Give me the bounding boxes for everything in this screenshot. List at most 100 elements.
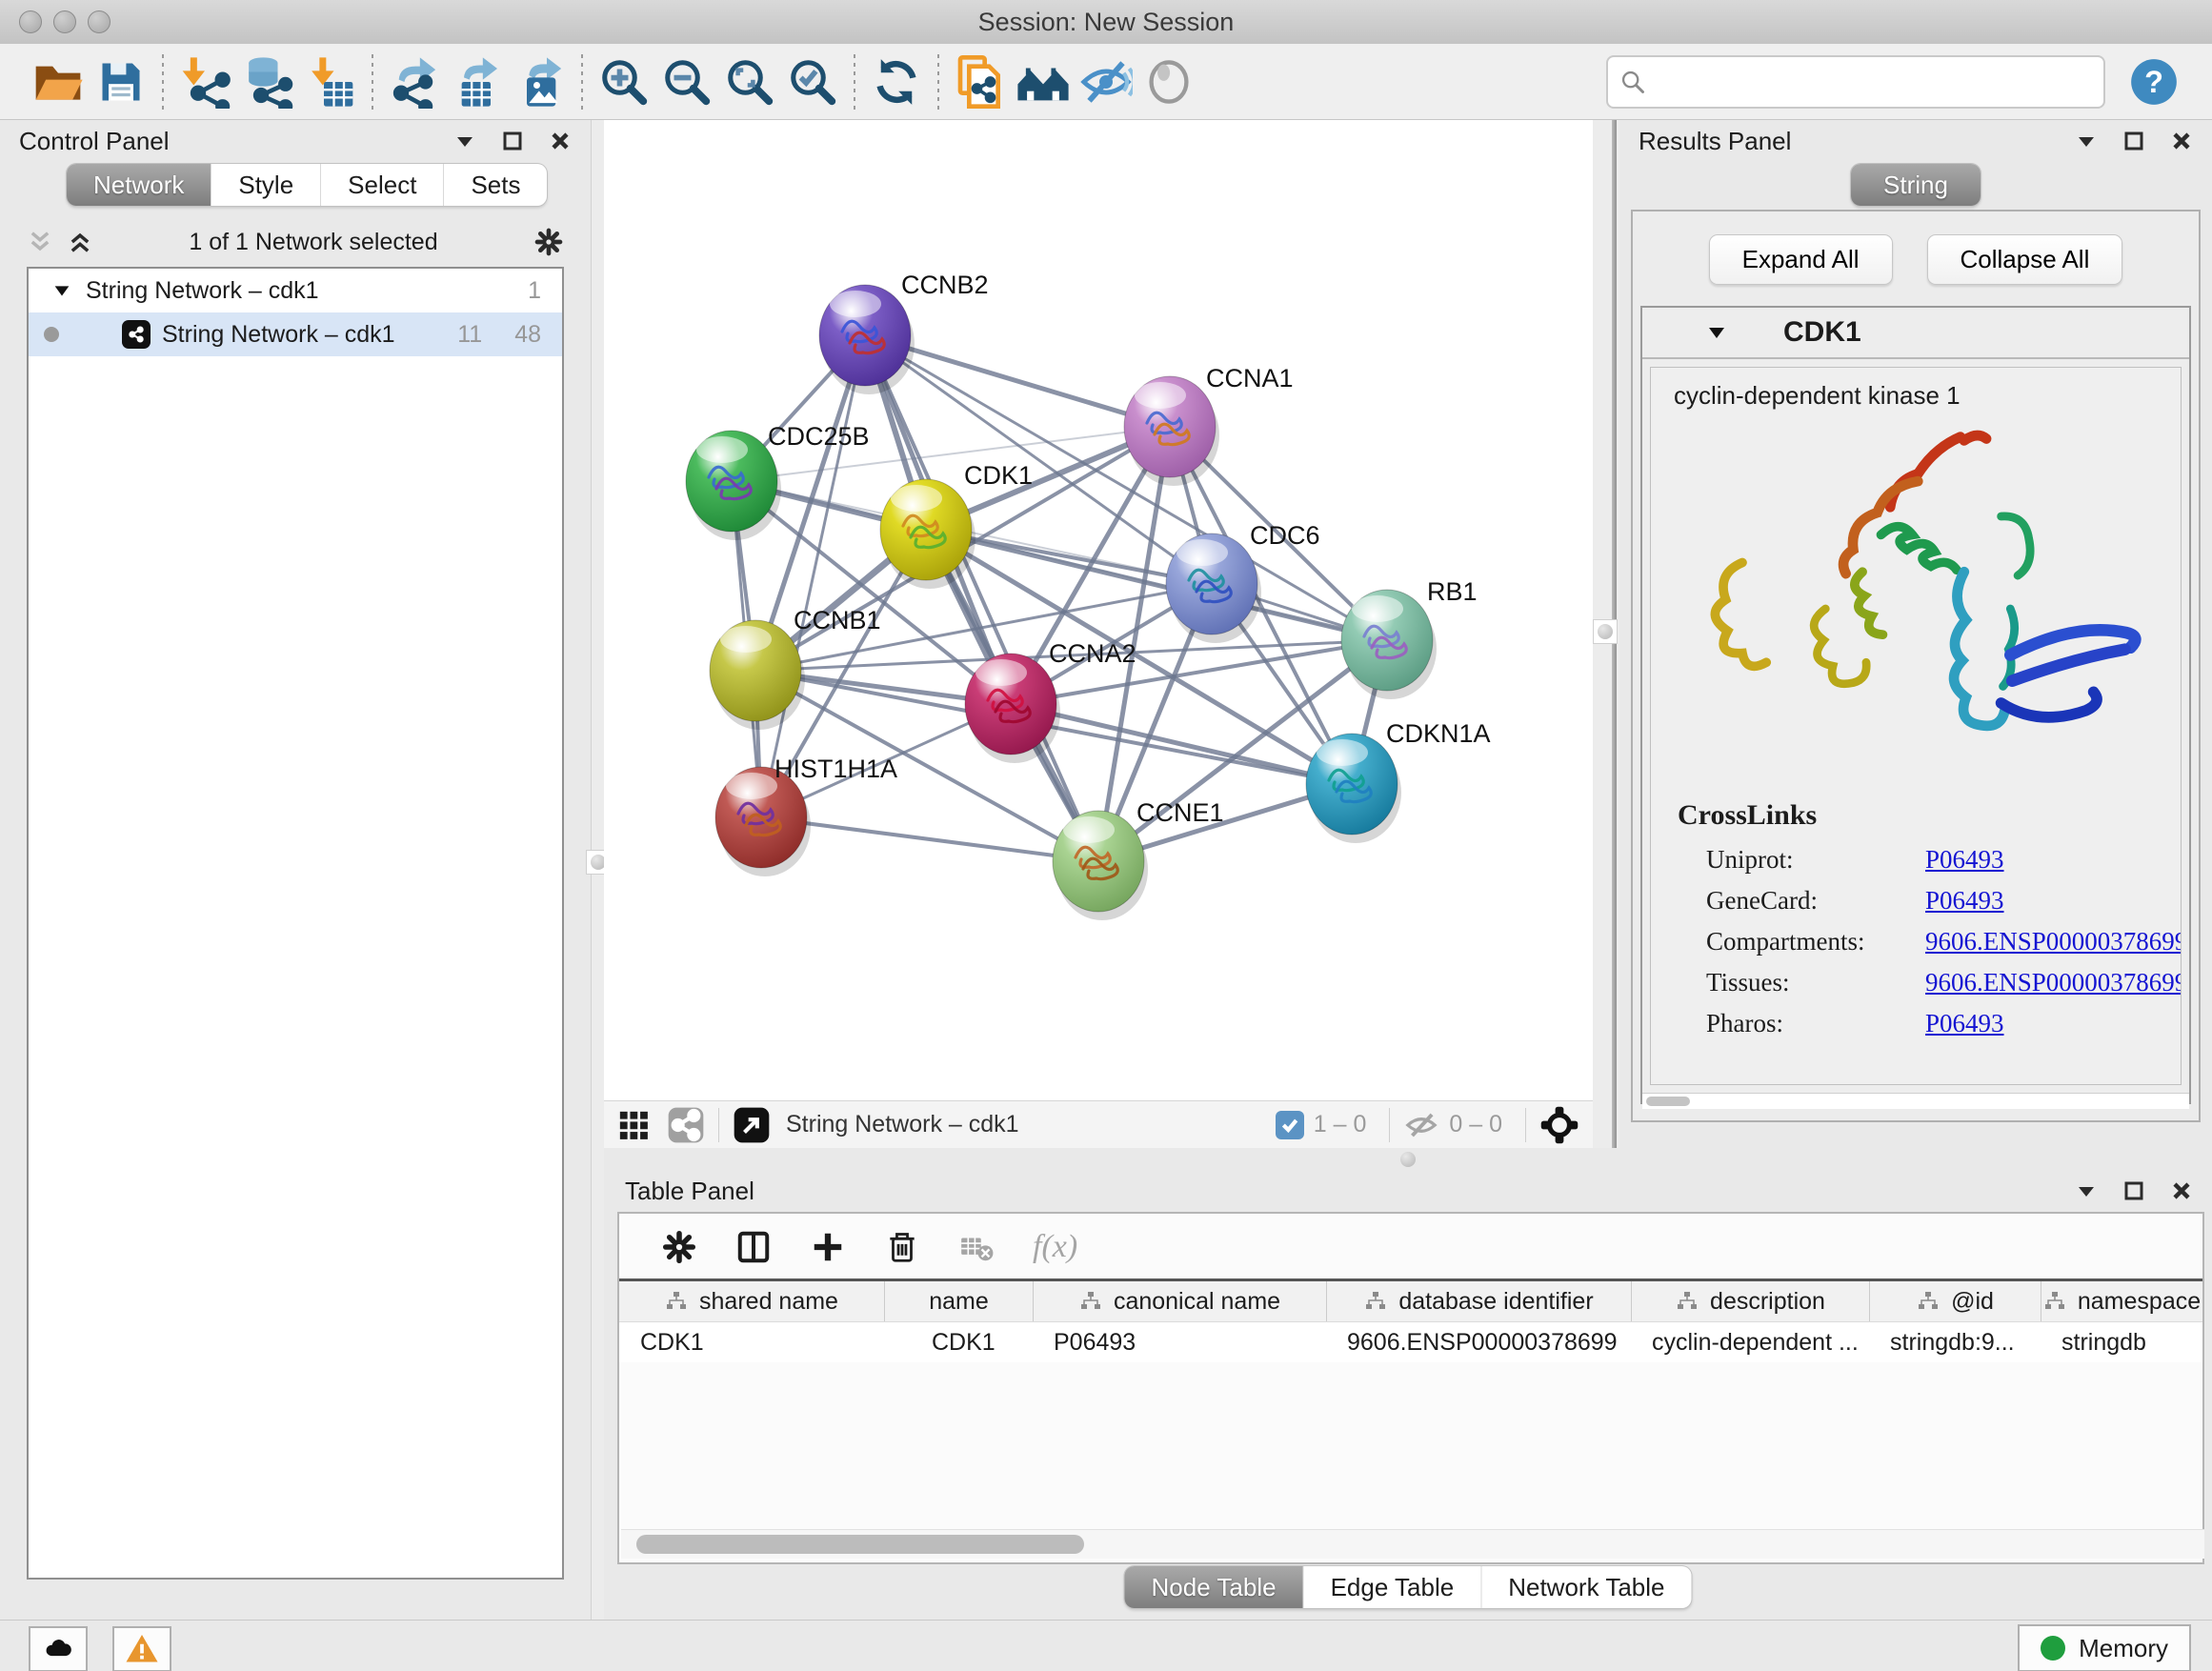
- tab-network[interactable]: Network: [67, 164, 211, 206]
- warnings-button[interactable]: [112, 1626, 171, 1671]
- network-node-ccna1[interactable]: CCNA1: [1124, 364, 1294, 486]
- search-input[interactable]: [1656, 67, 2092, 96]
- zoom-out-button[interactable]: [655, 50, 718, 113]
- network-node-rb1[interactable]: RB1: [1341, 577, 1478, 699]
- network-node-cdk1[interactable]: CDK1: [880, 461, 1033, 589]
- panel-float-icon[interactable]: [501, 130, 524, 152]
- export-table-button[interactable]: [446, 50, 509, 113]
- column-header-shared-name[interactable]: shared name: [619, 1281, 884, 1321]
- network-node-ccne1[interactable]: CCNE1: [1053, 798, 1224, 920]
- save-session-button[interactable]: [90, 50, 152, 113]
- panel-close-icon[interactable]: [2170, 1179, 2193, 1202]
- uniprot-link[interactable]: P06493: [1925, 845, 2004, 875]
- column-header-name[interactable]: name: [884, 1281, 1033, 1321]
- tab-style[interactable]: Style: [211, 164, 320, 206]
- panel-close-icon[interactable]: [2170, 130, 2193, 152]
- import-network-from-database-button[interactable]: [236, 50, 299, 113]
- export-image-button[interactable]: [509, 50, 572, 113]
- table-toolbar: f(x): [619, 1214, 2202, 1278]
- zoom-fit-button[interactable]: [718, 50, 781, 113]
- right-splitter[interactable]: [1593, 120, 1619, 1148]
- network-node-hist1h1a[interactable]: HIST1H1A: [715, 755, 897, 876]
- tab-node-table[interactable]: Node Table: [1125, 1566, 1303, 1608]
- table-hscrollbar[interactable]: [621, 1529, 2204, 1559]
- network-row-selected[interactable]: String Network – cdk1 11 48: [29, 312, 562, 356]
- close-window-button[interactable]: [19, 10, 42, 33]
- network-node-ccnb1[interactable]: CCNB1: [710, 606, 881, 730]
- cdk1-section-header[interactable]: CDK1: [1642, 308, 2189, 359]
- tab-select[interactable]: Select: [320, 164, 443, 206]
- panel-float-icon[interactable]: [2122, 130, 2145, 152]
- show-columns-icon[interactable]: [735, 1229, 772, 1265]
- network-edge[interactable]: [1011, 704, 1352, 784]
- export-network-button[interactable]: [383, 50, 446, 113]
- tab-network-table[interactable]: Network Table: [1480, 1566, 1691, 1608]
- table-options-gear-icon[interactable]: [661, 1229, 697, 1265]
- expander-icon[interactable]: [51, 280, 72, 301]
- column-header-namespace[interactable]: namespace: [2041, 1281, 2202, 1321]
- save-floppy-icon: [96, 57, 146, 107]
- table-hscrollbar-thumb[interactable]: [636, 1535, 1084, 1554]
- panel-menu-icon[interactable]: [2075, 1179, 2098, 1202]
- column-header-canonical-name[interactable]: canonical name: [1033, 1281, 1326, 1321]
- panel-float-icon[interactable]: [2122, 1179, 2145, 1202]
- pharos-link[interactable]: P06493: [1925, 1009, 2004, 1038]
- section-expander-icon[interactable]: [1705, 321, 1728, 344]
- compartments-link[interactable]: 9606.ENSP00000378699: [1925, 927, 2182, 956]
- panel-menu-icon[interactable]: [2075, 130, 2098, 152]
- genecard-link[interactable]: P06493: [1925, 886, 2004, 916]
- zoom-selected-button[interactable]: [781, 50, 844, 113]
- right-splitter-handle[interactable]: [1593, 619, 1618, 644]
- zoom-in-button[interactable]: [593, 50, 655, 113]
- cdk1-section-content: cyclin-dependent kinase 1: [1650, 367, 2182, 1085]
- network-edge[interactable]: [865, 335, 1098, 861]
- delete-column-icon[interactable]: [884, 1229, 920, 1265]
- fit-selected-crosshair-icon[interactable]: [1539, 1105, 1579, 1145]
- first-neighbors-button[interactable]: [1012, 50, 1075, 113]
- panel-close-icon[interactable]: [549, 130, 572, 152]
- network-node-cdc6[interactable]: CDC6: [1166, 521, 1320, 643]
- network-node-ccnb2[interactable]: CCNB2: [819, 271, 989, 394]
- crosslink-row: Uniprot: P06493: [1651, 839, 2181, 880]
- zoom-window-button[interactable]: [88, 10, 111, 33]
- grid-view-icon[interactable]: [617, 1109, 650, 1141]
- expand-all-icon[interactable]: [67, 229, 93, 255]
- network-canvas[interactable]: CCNB2CCNA1CDC25BCDK1CDC6RB1CCNB1CCNA2CDK…: [604, 120, 1593, 1100]
- import-table-from-file-button[interactable]: [299, 50, 362, 113]
- string-view-icon[interactable]: [667, 1106, 705, 1144]
- add-column-icon[interactable]: [810, 1229, 846, 1265]
- collapse-all-button[interactable]: Collapse All: [1927, 234, 2123, 285]
- selected-checkbox[interactable]: [1276, 1111, 1304, 1139]
- copy-network-button[interactable]: [949, 50, 1012, 113]
- tab-sets[interactable]: Sets: [443, 164, 547, 206]
- memory-button[interactable]: Memory: [2018, 1624, 2191, 1671]
- panel-menu-icon[interactable]: [453, 130, 476, 152]
- tissues-link[interactable]: 9606.ENSP00000378699: [1925, 968, 2182, 997]
- tab-edge-table[interactable]: Edge Table: [1303, 1566, 1481, 1608]
- birds-eye-view-icon[interactable]: [733, 1106, 771, 1144]
- import-network-from-file-button[interactable]: [173, 50, 236, 113]
- network-edge[interactable]: [761, 817, 1098, 861]
- column-header-database-identifier[interactable]: database identifier: [1326, 1281, 1631, 1321]
- hidden-eye-slash-icon[interactable]: [1403, 1107, 1439, 1143]
- network-graph[interactable]: CCNB2CCNA1CDC25BCDK1CDC6RB1CCNB1CCNA2CDK…: [604, 120, 1593, 1100]
- open-session-button[interactable]: [27, 50, 90, 113]
- show-hidden-button[interactable]: [1137, 50, 1200, 113]
- network-collection-row[interactable]: String Network – cdk1 1: [29, 269, 562, 312]
- tab-string[interactable]: String: [1851, 164, 1981, 206]
- network-node-cdkn1a[interactable]: CDKN1A: [1306, 719, 1491, 843]
- network-node-cdc25b[interactable]: CDC25B: [686, 422, 870, 540]
- cloud-status-button[interactable]: [29, 1626, 88, 1671]
- minimize-window-button[interactable]: [53, 10, 76, 33]
- column-header-description[interactable]: description: [1631, 1281, 1869, 1321]
- expand-all-button[interactable]: Expand All: [1709, 234, 1893, 285]
- hide-selected-button[interactable]: [1075, 50, 1137, 113]
- network-options-gear-icon[interactable]: [533, 227, 564, 257]
- column-header-at-id[interactable]: @id: [1869, 1281, 2041, 1321]
- refresh-button[interactable]: [865, 50, 928, 113]
- collapse-all-icon[interactable]: [27, 229, 53, 255]
- bottom-splitter[interactable]: [604, 1148, 2212, 1170]
- table-row[interactable]: CDK1 CDK1 P06493 9606.ENSP00000378699 cy…: [619, 1321, 2202, 1362]
- results-hscrollbar[interactable]: [1642, 1093, 2189, 1109]
- help-button[interactable]: ?: [2122, 50, 2185, 113]
